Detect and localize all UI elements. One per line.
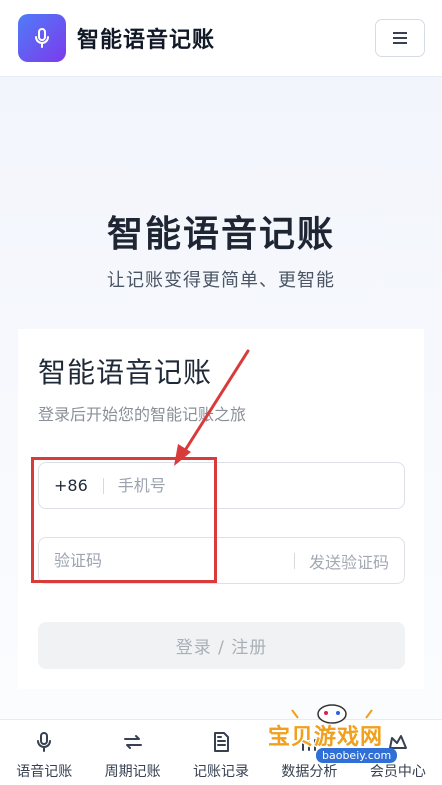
watermark-url: baobeiy.com [316, 748, 398, 763]
login-card-subtitle: 登录后开始您的智能记账之旅 [38, 405, 247, 424]
microphone-icon [37, 732, 52, 752]
field-divider [293, 552, 295, 569]
repeat-arrows-icon [123, 735, 142, 749]
nav-label: 周期记账 [104, 764, 161, 780]
annotation-highlight-box [31, 457, 217, 583]
app-header: 智能语音记账 [0, 0, 442, 77]
app-title: 智能语音记账 [77, 28, 216, 53]
nav-item-records[interactable]: 记账记录 [177, 720, 265, 785]
brand: 智能语音记账 [18, 14, 215, 62]
document-icon [214, 732, 230, 752]
microphone-icon [35, 28, 49, 48]
hamburger-menu-icon [393, 32, 407, 44]
hero-title: 智能语音记账 [106, 214, 335, 255]
login-register-button[interactable]: 登录 / 注册 [38, 622, 405, 669]
nav-label: 记账记录 [193, 764, 250, 780]
nav-item-recurring-bookkeeping[interactable]: 周期记账 [88, 720, 176, 785]
login-card-title: 智能语音记账 [38, 356, 213, 389]
nav-item-voice-bookkeeping[interactable]: 语音记账 [0, 720, 88, 785]
menu-button[interactable] [375, 19, 425, 57]
send-code-button[interactable]: 发送验证码 [309, 549, 389, 573]
watermark-text: 宝贝游戏网 [268, 725, 384, 750]
hero-subtitle: 让记账变得更简单、更智能 [107, 270, 335, 291]
app-logo [18, 14, 66, 62]
nav-label: 语音记账 [16, 764, 73, 780]
